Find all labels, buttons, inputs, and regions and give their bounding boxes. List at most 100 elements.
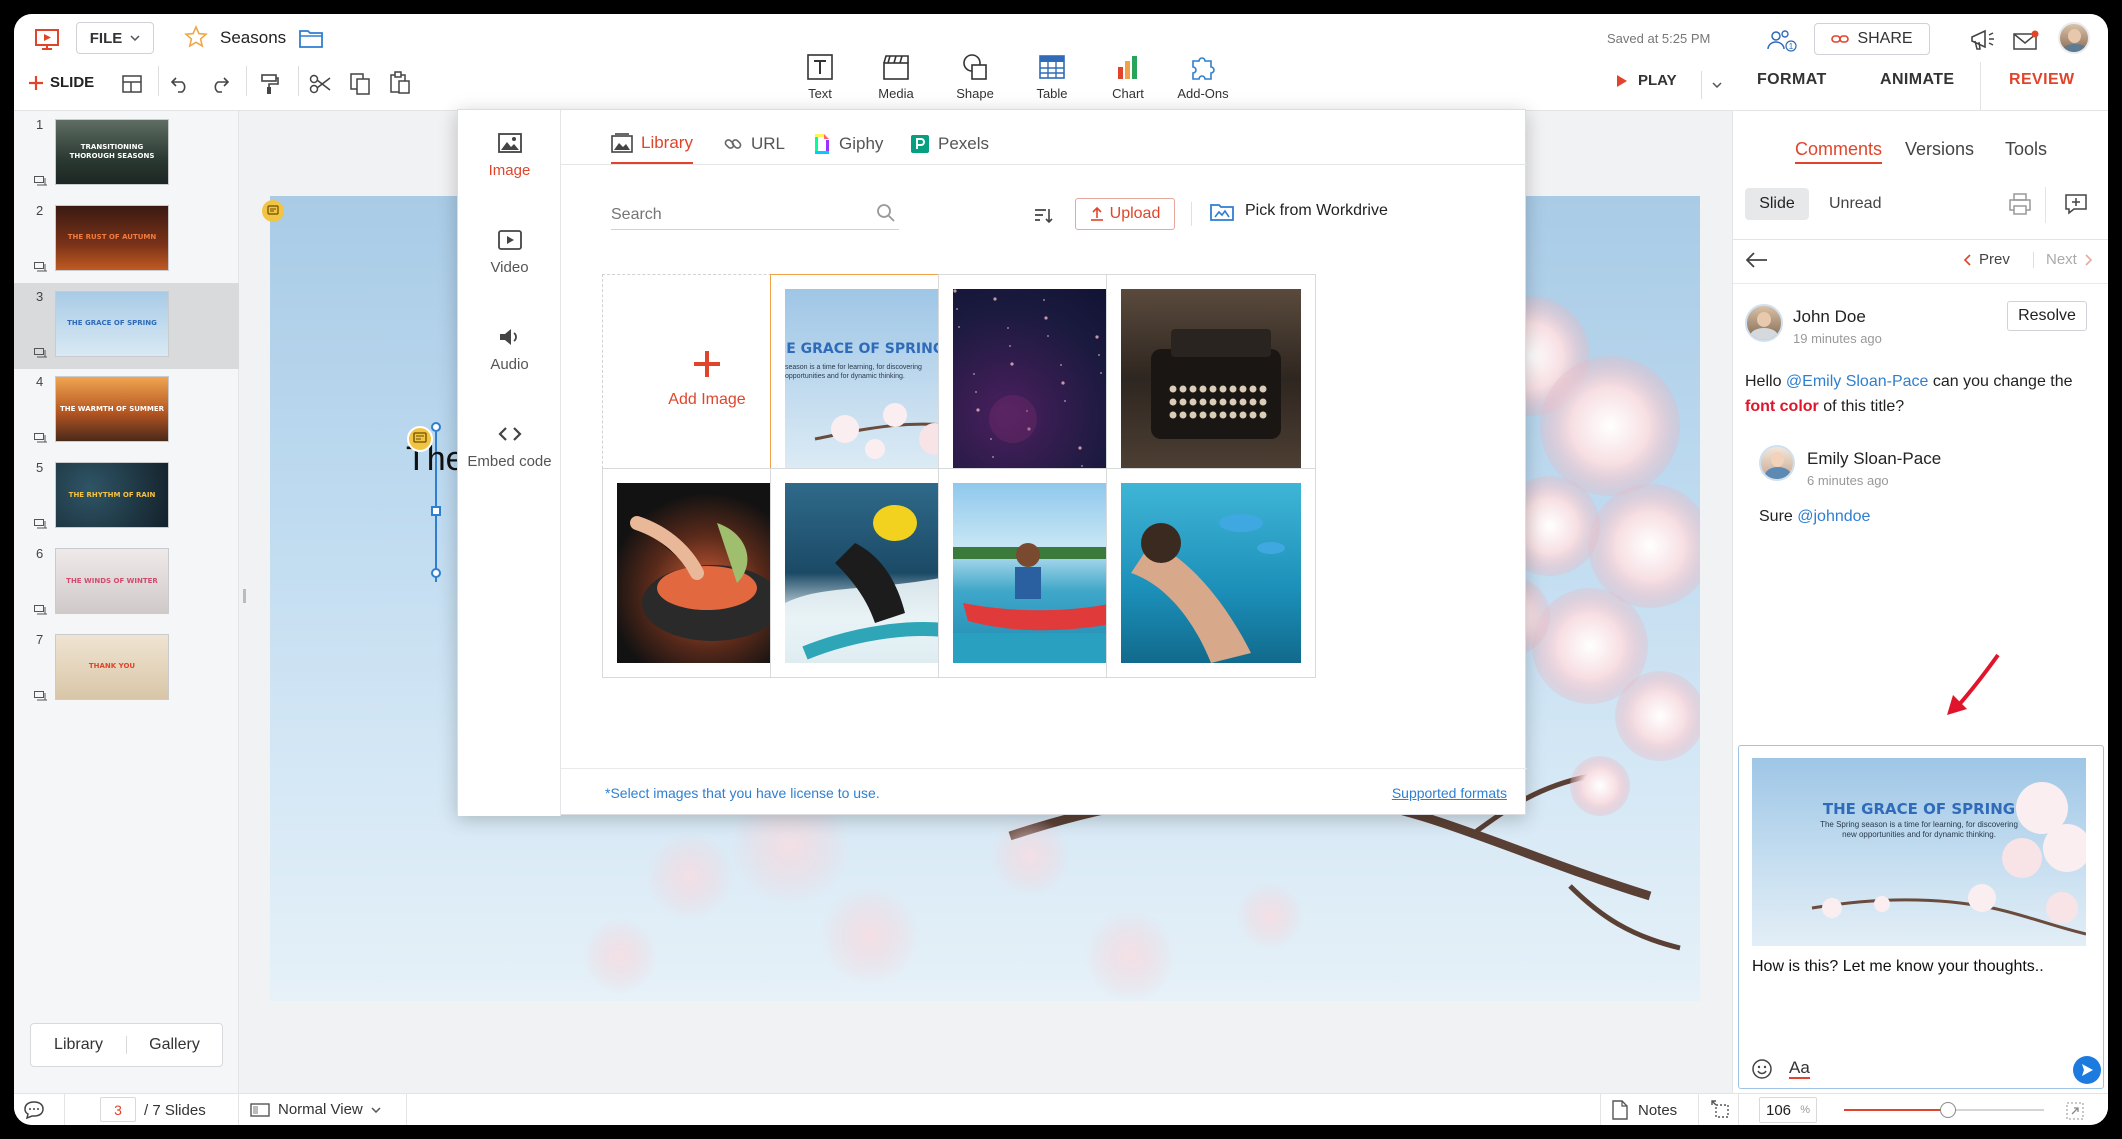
upload-button[interactable]: Upload	[1075, 198, 1175, 230]
comment-marker-icon[interactable]	[262, 200, 284, 222]
slide-transition-icon[interactable]	[34, 602, 48, 615]
folder-icon[interactable]	[298, 26, 324, 50]
format-painter-icon[interactable]	[258, 72, 282, 96]
pick-from-workdrive-button[interactable]: Pick from Workdrive	[1209, 200, 1388, 222]
supported-formats-link[interactable]: Supported formats	[1392, 785, 1507, 801]
file-menu-button[interactable]: FILE	[76, 22, 154, 54]
tab-versions[interactable]: Versions	[1905, 139, 1974, 160]
slide-thumbnail-4[interactable]: 4 THE WARMTH OF SUMMER	[14, 368, 239, 454]
pick-from-workdrive-label: Pick from Workdrive	[1245, 202, 1388, 219]
next-comment-button[interactable]: Next	[2046, 251, 2093, 268]
gallery-button[interactable]: Gallery	[126, 1036, 222, 1054]
tab-animate[interactable]: ANIMATE	[1880, 71, 1955, 89]
fullscreen-icon[interactable]	[2064, 1100, 2086, 1122]
tab-tools[interactable]: Tools	[2005, 139, 2047, 160]
slide-thumbnail-5[interactable]: 5 THE RHYTHM OF RAIN	[14, 454, 239, 540]
back-arrow-icon[interactable]	[1743, 247, 1771, 273]
new-comment-icon[interactable]	[2063, 191, 2089, 217]
insert-table-button[interactable]: Table	[1017, 52, 1087, 101]
media-type-embed[interactable]: Embed code	[458, 423, 561, 470]
media-type-audio[interactable]: Audio	[458, 326, 561, 373]
insert-chart-button[interactable]: Chart	[1093, 52, 1163, 101]
filter-slide[interactable]: Slide	[1745, 188, 1809, 220]
paste-icon[interactable]	[388, 70, 412, 96]
layout-icon[interactable]	[120, 72, 144, 96]
cut-icon[interactable]	[308, 72, 332, 96]
reply-compose-box[interactable]: THE GRACE OF SPRING The Spring season is…	[1738, 745, 2104, 1089]
next-label: Next	[2046, 251, 2077, 268]
svg-text:1: 1	[1789, 42, 1794, 51]
zoom-value: 106	[1766, 1101, 1792, 1119]
zoom-slider-track[interactable]	[1844, 1102, 2044, 1118]
slide-thumbnail-1[interactable]: 1 TRANSITIONING THOROUGH SEASONS	[14, 111, 239, 197]
sort-icon[interactable]	[1031, 204, 1055, 228]
insert-media-button[interactable]: Media	[861, 52, 931, 101]
prev-comment-button[interactable]: Prev	[1963, 251, 2010, 268]
filter-unread[interactable]: Unread	[1829, 195, 1881, 213]
user-avatar[interactable]	[2058, 22, 2090, 54]
source-tab-pexels[interactable]: Pexels	[910, 124, 989, 164]
media-type-video[interactable]: Video	[458, 229, 561, 276]
rotate-handle[interactable]	[431, 422, 441, 432]
slide-transition-icon[interactable]	[34, 345, 48, 358]
library-button[interactable]: Library	[31, 1036, 126, 1054]
resize-handle[interactable]	[431, 568, 441, 578]
undo-icon[interactable]	[168, 72, 192, 96]
fit-slide-icon[interactable]	[1710, 1099, 1732, 1121]
document-title[interactable]: Seasons	[220, 28, 286, 48]
media-type-image[interactable]: Image	[458, 132, 561, 179]
source-tab-giphy[interactable]: Giphy	[813, 124, 883, 164]
slide-transition-icon[interactable]	[34, 430, 48, 443]
slide-thumbnail-6[interactable]: 6 THE WINDS OF WINTER	[14, 540, 239, 626]
search-input[interactable]	[611, 200, 899, 230]
zoom-input[interactable]: 106 %	[1759, 1097, 1817, 1123]
copy-icon[interactable]	[348, 71, 372, 97]
search-icon[interactable]	[874, 201, 898, 225]
play-button[interactable]: PLAY	[1616, 72, 1677, 89]
share-button[interactable]: SHARE	[1814, 23, 1930, 55]
mention-link[interactable]: @Emily Sloan-Pace	[1786, 373, 1929, 390]
slide-thumbnail-7[interactable]: 7 THANK YOU	[14, 626, 239, 712]
resize-handle[interactable]	[431, 506, 441, 516]
slide-transition-icon[interactable]	[34, 173, 48, 186]
tab-format[interactable]: FORMAT	[1757, 71, 1827, 89]
notes-button[interactable]: Notes	[1612, 1100, 1677, 1120]
selected-textbox-handles[interactable]	[410, 422, 450, 842]
john-doe-avatar	[1745, 304, 1783, 342]
current-slide-input[interactable]: 3	[100, 1097, 136, 1122]
source-tab-library[interactable]: Library	[611, 124, 693, 164]
slide-transition-icon[interactable]	[34, 259, 48, 272]
print-icon[interactable]	[2007, 191, 2033, 217]
library-image-card[interactable]	[1106, 468, 1316, 678]
collaborators-icon[interactable]: 1	[1764, 26, 1798, 54]
presentation-logo-icon[interactable]	[32, 26, 62, 52]
reply-text[interactable]: How is this? Let me know your thoughts..	[1752, 958, 2044, 976]
text-format-button[interactable]: Aa	[1789, 1058, 1810, 1079]
view-mode-dropdown[interactable]: Normal View	[250, 1101, 381, 1118]
insert-text-button[interactable]: Text	[785, 52, 855, 101]
add-ons-button[interactable]: Add-Ons	[1168, 52, 1238, 101]
library-image-card[interactable]	[1106, 274, 1316, 484]
slide-transition-icon[interactable]	[34, 516, 48, 529]
announcement-icon[interactable]	[1968, 26, 1998, 54]
slide-transition-icon[interactable]	[34, 688, 48, 701]
zoom-slider-thumb[interactable]	[1940, 1102, 1956, 1118]
comment-pin-icon[interactable]	[407, 426, 433, 452]
resolve-button[interactable]: Resolve	[2007, 301, 2087, 331]
play-options-chevron-icon[interactable]	[1708, 76, 1726, 94]
slide-thumbnail-3[interactable]: 3 THE GRACE OF SPRING	[14, 282, 239, 369]
panel-resize-handle[interactable]	[243, 589, 246, 603]
insert-shape-button[interactable]: Shape	[940, 52, 1010, 101]
redo-icon[interactable]	[208, 72, 232, 96]
slide-thumbnail-2[interactable]: 2 THE RUST OF AUTUMN	[14, 197, 239, 283]
emoji-icon[interactable]	[1749, 1056, 1775, 1082]
chat-icon[interactable]	[22, 1098, 46, 1122]
tab-comments[interactable]: Comments	[1795, 139, 1883, 164]
star-icon[interactable]	[182, 23, 210, 51]
send-button[interactable]	[2073, 1056, 2101, 1084]
tab-review[interactable]: REVIEW	[1980, 62, 2108, 111]
add-slide-button[interactable]: SLIDE	[28, 74, 94, 91]
source-tab-url[interactable]: URL	[723, 124, 785, 164]
mention-link[interactable]: @johndoe	[1797, 508, 1870, 525]
mail-icon[interactable]	[2011, 27, 2041, 53]
